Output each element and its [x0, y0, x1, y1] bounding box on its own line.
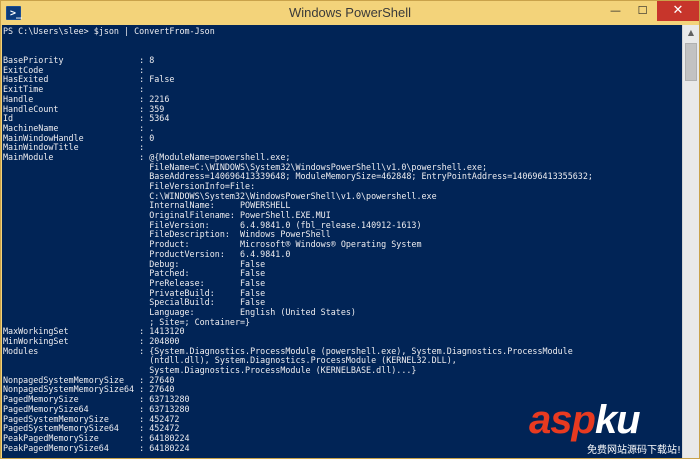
watermark-tagline: 免费网站源码下载站!	[587, 445, 682, 456]
console-line: PS C:\Users\slee> $json | ConvertFrom-Js…	[3, 26, 215, 36]
site-watermark: aspku 免费网站源码下载站!	[525, 398, 699, 458]
vertical-scrollbar[interactable]: ▲	[682, 25, 699, 458]
title-bar[interactable]: >_ Windows PowerShell — ☐ ✕	[1, 1, 699, 25]
scroll-up-arrow-icon[interactable]: ▲	[683, 25, 699, 41]
console-output[interactable]: PS C:\Users\slee> $json | ConvertFrom-Js…	[2, 25, 682, 458]
watermark-brand-part1: asp	[529, 398, 596, 442]
watermark-logo: aspku	[529, 398, 641, 442]
maximize-button[interactable]: ☐	[629, 1, 656, 21]
scroll-thumb[interactable]	[685, 43, 697, 81]
console-text-area[interactable]: PS C:\Users\slee> $json | ConvertFrom-Js…	[3, 26, 681, 453]
window-title: Windows PowerShell	[288, 5, 412, 20]
close-button[interactable]: ✕	[657, 1, 699, 21]
powershell-window: >_ Windows PowerShell — ☐ ✕ PS C:\Users\…	[0, 0, 700, 459]
watermark-brand-part2: ku	[594, 398, 641, 442]
minimize-button[interactable]: —	[602, 1, 629, 21]
